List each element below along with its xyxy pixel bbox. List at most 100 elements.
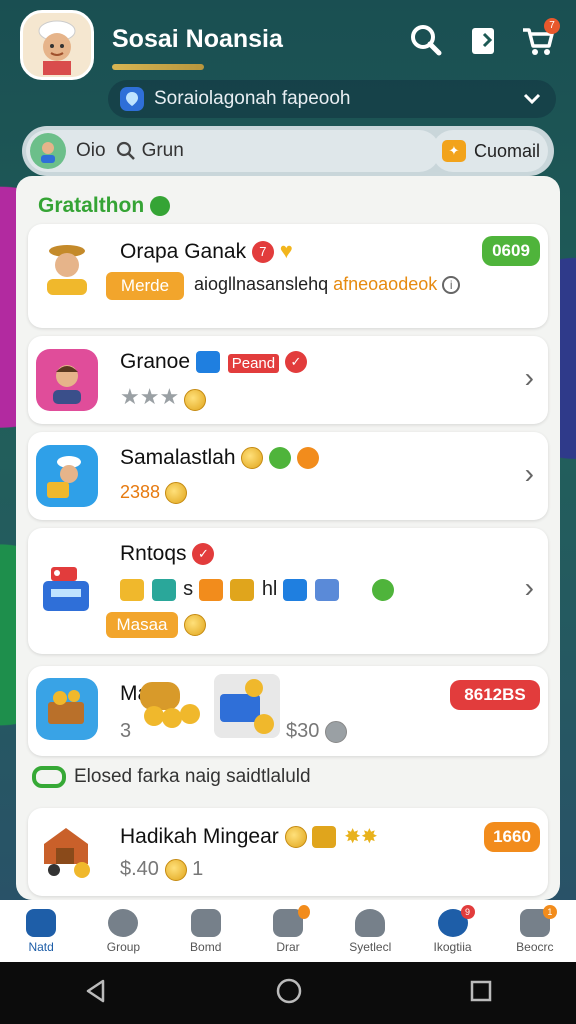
coin-icon [183, 388, 206, 411]
cart-box-icon [36, 678, 98, 740]
cart-badge: 7 [544, 18, 560, 34]
share-icon[interactable] [466, 22, 502, 58]
nav-badge: 9 [460, 904, 475, 919]
gold-bar-icon [312, 826, 337, 849]
jar-icon [151, 578, 176, 601]
title-underline [112, 64, 204, 70]
box-icon [120, 578, 144, 601]
hand-icon [198, 578, 223, 601]
command-icon: ✦ [442, 140, 466, 162]
delivery-truck-icon [36, 820, 98, 882]
gold-cart-icon [214, 674, 280, 738]
closed-notice: Elosed farka naig saidtlaluld [32, 766, 311, 788]
search-small-icon [116, 141, 135, 160]
search-query: Grun [141, 140, 184, 161]
chef-box-icon [36, 445, 98, 507]
section-icon [150, 196, 171, 216]
coin-icon [184, 614, 206, 636]
green-badge-icon [269, 447, 292, 470]
status-badge: 8612BS [450, 680, 540, 710]
coin-icon [165, 482, 188, 505]
command-label: Cuomail [474, 140, 541, 161]
list-item-3[interactable]: Samalastlah 2388 › [28, 432, 548, 520]
cart-icon[interactable]: 7 [520, 18, 560, 58]
home-circle-icon[interactable] [275, 977, 303, 1010]
list-item-4[interactable]: Rntoqs ✓ s hl Masaa › [28, 528, 548, 654]
search-prefix: Oio [76, 140, 106, 161]
nav-item-drar[interactable]: Drar [252, 904, 324, 954]
music-icon [190, 908, 221, 937]
tool-icon [314, 578, 339, 601]
portrait-icon [36, 349, 98, 411]
chef-avatar-icon [38, 20, 76, 75]
item-name: Hadikah Mingear [120, 825, 279, 848]
coin-icon [241, 447, 264, 470]
location-selector[interactable]: Soraiolagonah fapeooh [108, 80, 556, 118]
location-text: Soraiolagonah fapeooh [154, 88, 351, 109]
item-price-prefix: 3 [120, 720, 132, 742]
item-name: Rntoqs [120, 542, 187, 565]
command-button[interactable]: ✦ Cuomail [432, 130, 548, 172]
main-panel: Gratalthon Orapa Ganak 7 ♥ 0609 Merde ai… [16, 176, 560, 900]
alert-icon: ✓ [192, 543, 215, 566]
nav-item-notifications[interactable]: 9 Ikogtiia [417, 904, 489, 954]
nav-item-group[interactable]: Group [87, 908, 159, 954]
item-subtitle-highlight: afneoaodeok [333, 274, 438, 294]
item-subtitle: aiogllnasanslehq [194, 274, 329, 294]
status-badge: 0609 [482, 236, 540, 266]
search-input[interactable]: Oio Grun [26, 130, 440, 172]
orange-badge-icon [297, 447, 320, 470]
list-item-1[interactable]: Orapa Ganak 7 ♥ 0609 Merde aiogllnasansl… [28, 224, 548, 328]
recents-icon[interactable] [469, 979, 493, 1008]
list-item-5[interactable]: Ma 8612BS 3 $30 [28, 666, 548, 756]
group-icon [108, 908, 139, 937]
system-nav-bar [0, 962, 576, 1024]
alert-icon: ✓ [284, 351, 307, 374]
sparkle-icon: ✸✸ [344, 826, 378, 848]
bottom-nav: Natd Group Bomd Drar Syetlecl 9 Ikogtiia… [0, 900, 576, 962]
nav-item-bag[interactable]: 1 Beocrc [499, 904, 571, 954]
home-icon [26, 908, 57, 937]
info-icon[interactable]: i [442, 276, 461, 295]
gold-barrel-icon [136, 670, 206, 739]
back-icon[interactable] [83, 978, 109, 1009]
item-tag: Merde [106, 272, 184, 300]
heart-icon: ♥ [279, 238, 293, 263]
cash-register-icon [36, 558, 98, 620]
search-icon[interactable] [408, 22, 444, 58]
item-price: 2388 [120, 482, 161, 502]
chevron-right-icon[interactable]: › [525, 362, 534, 394]
chevron-right-icon[interactable]: › [525, 458, 534, 490]
nav-item-bomd[interactable]: Bomd [170, 908, 242, 954]
coin-icon [164, 858, 187, 881]
search-row: Oio Grun ✦ Cuomail [22, 126, 554, 176]
item-name: Orapa Ganak [120, 240, 247, 263]
green-check-icon [372, 578, 395, 601]
coin-icon [284, 826, 307, 849]
app-title: Sosai Noansia [112, 25, 283, 53]
user-avatar-icon [30, 133, 66, 169]
chevron-down-icon [522, 88, 542, 113]
item-price: $30 [286, 720, 320, 742]
cube-icon [195, 351, 220, 374]
status-badge: 1660 [484, 822, 540, 852]
bag-icon [230, 578, 255, 601]
item-name: Granoe [120, 350, 191, 373]
item-row-text-2: hl [261, 578, 278, 600]
item-row-text: s [183, 578, 194, 600]
list-item-2[interactable]: Granoe Peand ✓ ★★★ › [28, 336, 548, 424]
item-count: 1 [192, 858, 204, 880]
list-item-6[interactable]: Hadikah Mingear ✸✸ 1660 $.40 1 [28, 808, 548, 896]
nav-item-home[interactable]: Natd [5, 908, 77, 954]
tools-icon [282, 578, 307, 601]
toggle-icon [32, 766, 66, 788]
farmer-coins-icon [36, 238, 98, 300]
profile-avatar[interactable] [20, 10, 94, 80]
nav-item-profile[interactable]: Syetlecl [334, 908, 406, 954]
coin-icon [324, 720, 347, 743]
section-title: Gratalthon [38, 194, 171, 218]
item-price: $.40 [120, 858, 159, 880]
item-tag: Masaa [106, 612, 178, 638]
chevron-right-icon[interactable]: › [525, 572, 534, 604]
header: Sosai Noansia 7 Soraiolagonah fapeooh [0, 0, 576, 120]
